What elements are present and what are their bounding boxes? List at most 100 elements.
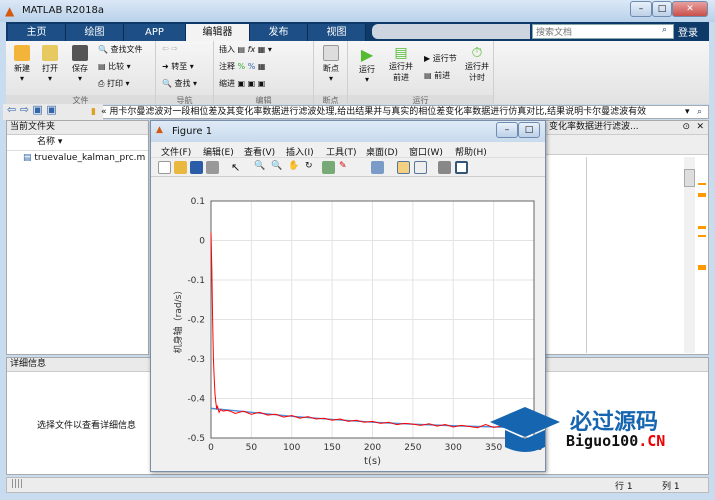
menu-desktop[interactable]: 桌面(D) — [366, 145, 398, 158]
tab-plots[interactable]: 绘图 — [66, 24, 124, 41]
link-plot-icon[interactable] — [371, 161, 384, 174]
watermark-domain: Biguo100.CN — [566, 432, 665, 450]
code-analyzer-mark[interactable] — [698, 193, 706, 197]
breakpoints-button[interactable]: 断点 ▾ — [319, 45, 343, 83]
find-label: 查找 — [174, 79, 191, 88]
minimize-button[interactable]: – — [630, 1, 652, 17]
run-advance-icon: ▤ — [394, 45, 408, 61]
editor-margin — [586, 157, 587, 353]
pan-icon[interactable]: ✋ — [288, 161, 301, 174]
plot-area[interactable]: 0501001502002503003504000.10-0.1-0.2-0.3… — [151, 178, 545, 471]
current-path[interactable]: « 用卡尔曼滤波对一段相位差及其变化率数据进行滤波处理,给出结果并与真实的相位差… — [101, 106, 691, 118]
row-value: 1 — [626, 482, 633, 492]
tab-publish[interactable]: 发布 — [250, 24, 308, 41]
address-bar[interactable]: ⇦ ⇨ ▣ ▣ ▮ « 用卡尔曼滤波对一段相位差及其变化率数据进行滤波处理,给出… — [3, 104, 709, 120]
indent-label: 缩进 — [219, 79, 235, 88]
editor-scrollbar[interactable] — [684, 157, 695, 353]
zoom-in-icon[interactable]: 🔍 — [254, 161, 267, 174]
menu-view[interactable]: 查看(V) — [244, 145, 275, 158]
tab-view[interactable]: 视图 — [308, 24, 366, 41]
group-label-edit: 编辑 — [214, 95, 313, 105]
pointer-icon[interactable]: ↖ — [231, 161, 244, 174]
code-analyzer-mark[interactable] — [698, 183, 706, 185]
menu-file[interactable]: 文件(F) — [161, 145, 191, 158]
quick-access-toolbar[interactable] — [372, 24, 530, 39]
path-dropdown-icon[interactable]: ▾ — [685, 106, 690, 118]
browse-search-icon[interactable]: ⌕ — [697, 106, 702, 118]
comment-label: 注释 — [219, 62, 235, 71]
y-tick-label: -0.4 — [187, 395, 205, 405]
rotate-icon[interactable]: ↻ — [305, 161, 318, 174]
breakpoint-icon — [323, 45, 339, 61]
y-tick-label: 0 — [199, 237, 205, 247]
close-editor-icon[interactable]: ✕ — [696, 121, 704, 134]
x-tick-label: 0 — [208, 443, 214, 453]
print-figure-icon[interactable] — [206, 161, 219, 174]
data-cursor-icon[interactable] — [322, 161, 335, 174]
close-button[interactable]: ✕ — [672, 1, 708, 17]
code-analyzer-mark[interactable] — [698, 226, 706, 229]
tab-home[interactable]: 主页 — [8, 24, 66, 41]
tab-apps[interactable]: APP — [124, 24, 186, 41]
goto-button[interactable]: ➜ 转至 ▾ — [162, 61, 194, 72]
colorbar-icon[interactable] — [397, 161, 410, 174]
search-docs-input[interactable] — [532, 24, 674, 39]
run-button[interactable]: ▶ 运行 ▾ — [354, 45, 380, 84]
editor-tab[interactable]: 变化率数据进行滤波... ⊙ ✕ — [546, 121, 708, 135]
run-time-button[interactable]: ⏱ 运行并 计时 — [462, 45, 492, 83]
find-files-button[interactable]: 🔍 查找文件 — [98, 44, 143, 55]
run-time-label: 运行并 计时 — [465, 62, 489, 82]
menu-tools[interactable]: 工具(T) — [326, 145, 357, 158]
open-button[interactable]: 打开 ▾ — [38, 45, 62, 83]
m-file-icon: ▤ — [23, 153, 32, 163]
menu-edit[interactable]: 编辑(E) — [203, 145, 234, 158]
figure-minimize-button[interactable]: – — [496, 122, 518, 138]
find-button[interactable]: 🔍 查找 ▾ — [162, 78, 197, 89]
search-icon[interactable]: ⌕ — [662, 25, 667, 35]
nav-buttons-icon[interactable]: ⇦ ⇨ ▣ ▣ — [3, 104, 103, 120]
print-label: 打印 — [106, 79, 123, 88]
compare-button[interactable]: ▤ 比较 ▾ — [98, 61, 131, 72]
back-forward-icon[interactable]: ⇦ ⇨ — [162, 44, 178, 53]
advance-button[interactable]: ▤ 前进 — [424, 70, 450, 81]
folder-icon — [42, 45, 58, 61]
new-button[interactable]: 新建 ▾ — [10, 45, 34, 83]
matlab-logo-icon: ▲ — [5, 4, 15, 18]
name-column-header[interactable]: 名称 ▾ — [7, 135, 148, 151]
y-tick-label: -0.5 — [187, 434, 205, 444]
group-label-breakpoints: 断点 — [314, 95, 347, 105]
hide-plot-tools-icon[interactable] — [438, 161, 451, 174]
code-analyzer-mark[interactable] — [698, 235, 706, 237]
show-plot-tools-icon[interactable] — [455, 161, 468, 174]
figure-title-bar: ▲ Figure 1 – □ — [151, 121, 545, 142]
run-section-button[interactable]: ▶ 运行节 — [424, 53, 457, 64]
save-button[interactable]: 保存 ▾ — [68, 45, 92, 83]
editor-tab-label: 变化率数据进行滤波... — [549, 122, 639, 132]
code-analyzer-mark[interactable] — [698, 265, 706, 270]
brush-icon[interactable]: ✎ — [339, 161, 352, 174]
file-item[interactable]: ▤ truevalue_kalman_prc.m — [7, 151, 148, 166]
tab-editor[interactable]: 编辑器 — [186, 24, 250, 41]
login-button[interactable]: 登录 — [678, 24, 698, 39]
figure-maximize-button[interactable]: □ — [518, 122, 540, 138]
new-figure-icon[interactable] — [158, 161, 171, 174]
run-advance-button[interactable]: ▤ 运行并 前进 — [386, 45, 416, 83]
comment-button[interactable]: 注释 % % ▦ — [219, 61, 265, 72]
graduation-cap-icon — [490, 407, 560, 452]
row-indicator: 行 1 — [615, 479, 633, 492]
menu-help[interactable]: 帮助(H) — [455, 145, 487, 158]
open-file-icon[interactable] — [174, 161, 187, 174]
open-label: 打开 — [42, 64, 58, 73]
menu-insert[interactable]: 插入(I) — [286, 145, 314, 158]
breakpoints-label: 断点 — [323, 64, 339, 73]
details-empty-text: 选择文件以查看详细信息 — [37, 421, 137, 431]
zoom-out-icon[interactable]: 🔍 — [271, 161, 284, 174]
maximize-button[interactable]: □ — [652, 1, 672, 17]
print-button[interactable]: ⎙ 打印 ▾ — [98, 78, 130, 89]
save-figure-icon[interactable] — [190, 161, 203, 174]
insert-button[interactable]: 插入 ▤ fx ▦ ▾ — [219, 44, 272, 55]
legend-icon[interactable] — [414, 161, 427, 174]
menu-window[interactable]: 窗口(W) — [409, 145, 443, 158]
indent-button[interactable]: 缩进 ▣ ▣ ▣ — [219, 78, 265, 89]
title-bar: ▲ MATLAB R2018a – □ ✕ — [0, 0, 715, 22]
